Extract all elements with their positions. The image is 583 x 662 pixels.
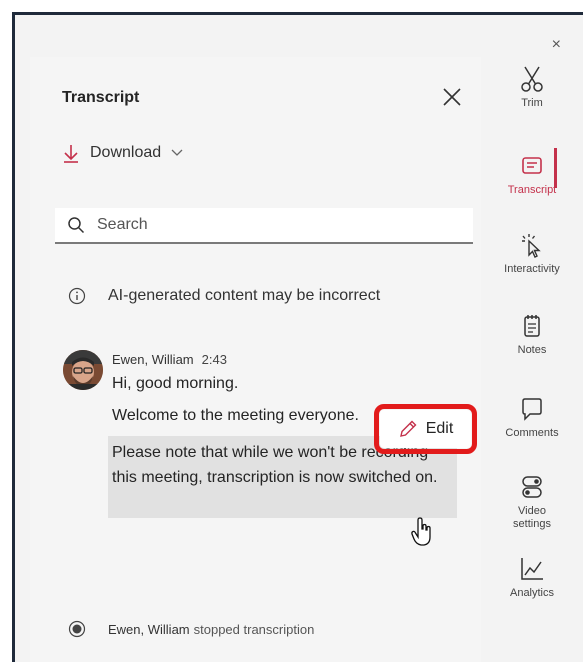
tool-sidebar: Trim Transcript Interactivity Notes Comm… bbox=[481, 15, 583, 662]
sidebar-label: Transcript bbox=[507, 184, 557, 196]
sidebar-label: Trim bbox=[521, 97, 543, 109]
pencil-icon bbox=[399, 420, 417, 437]
info-icon bbox=[68, 287, 86, 305]
editor-window: × Transcript Download Search AI-generate… bbox=[15, 15, 583, 662]
analytics-icon bbox=[521, 558, 543, 580]
notes-icon bbox=[524, 315, 540, 337]
transcript-line[interactable]: Hi, good morning. bbox=[112, 375, 238, 393]
status-action: stopped transcription bbox=[193, 621, 315, 637]
sidebar-label: Interactivity bbox=[504, 263, 560, 275]
speaker-header: Ewen, William 2:43 bbox=[112, 352, 227, 367]
search-placeholder: Search bbox=[97, 216, 148, 233]
avatar bbox=[63, 350, 103, 390]
chevron-down-icon bbox=[171, 149, 183, 156]
status-speaker: Ewen, William bbox=[108, 621, 190, 637]
panel-close-button[interactable] bbox=[440, 85, 464, 109]
sidebar-item-interactivity[interactable]: Interactivity bbox=[481, 231, 583, 276]
scissors-icon bbox=[521, 66, 543, 92]
download-button[interactable]: Download bbox=[62, 143, 183, 163]
transcript-icon bbox=[522, 157, 542, 174]
transcript-line[interactable]: Welcome to the meeting everyone. bbox=[112, 407, 392, 425]
speaker-name: Ewen, William bbox=[112, 352, 194, 367]
hand-cursor-icon bbox=[411, 517, 431, 546]
close-icon bbox=[443, 88, 461, 106]
active-indicator bbox=[554, 148, 557, 188]
edit-button[interactable]: Edit bbox=[380, 410, 471, 448]
comment-icon bbox=[522, 398, 542, 421]
sidebar-item-trim[interactable]: Trim bbox=[481, 65, 583, 110]
ai-disclaimer: AI-generated content may be incorrect bbox=[68, 287, 380, 305]
avatar-image bbox=[63, 350, 103, 390]
sidebar-label: Analytics bbox=[509, 587, 555, 599]
panel-title: Transcript bbox=[62, 89, 140, 106]
search-input[interactable]: Search bbox=[55, 208, 473, 244]
download-icon bbox=[64, 145, 78, 163]
sidebar-item-transcript[interactable]: Transcript bbox=[481, 152, 583, 197]
edit-label: Edit bbox=[425, 420, 454, 437]
transcription-status: Ewen, William stopped transcription bbox=[68, 620, 314, 638]
toggle-icon bbox=[522, 476, 542, 498]
sidebar-item-video-settings[interactable]: Video settings bbox=[481, 473, 583, 531]
sidebar-label: Comments bbox=[505, 427, 559, 439]
timestamp: 2:43 bbox=[201, 352, 227, 367]
record-stop-icon bbox=[68, 620, 86, 638]
transcript-panel: Transcript Download Search AI-generated … bbox=[30, 57, 481, 662]
sidebar-item-notes[interactable]: Notes bbox=[481, 312, 583, 357]
sidebar-item-comments[interactable]: Comments bbox=[481, 395, 583, 440]
sidebar-label: Video settings bbox=[513, 505, 551, 530]
sidebar-label: Notes bbox=[517, 344, 547, 356]
sidebar-item-analytics[interactable]: Analytics bbox=[481, 555, 583, 600]
search-icon bbox=[68, 217, 85, 234]
download-label: Download bbox=[90, 144, 162, 161]
disclaimer-text: AI-generated content may be incorrect bbox=[108, 287, 381, 304]
interactivity-icon bbox=[522, 234, 541, 258]
